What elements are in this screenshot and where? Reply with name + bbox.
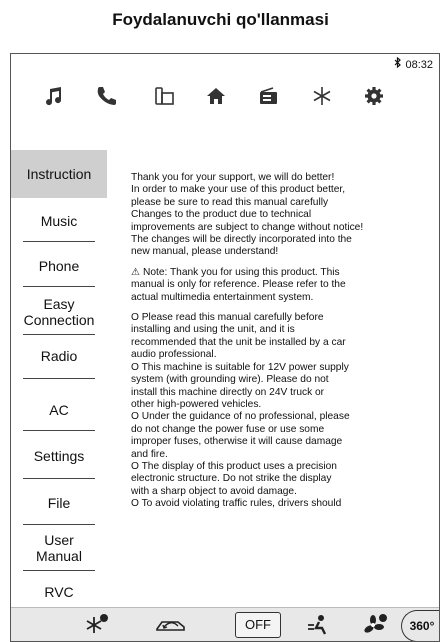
sidebar-divider — [23, 334, 95, 335]
text-line: O Under the guidance of no professional,… — [131, 411, 350, 423]
top-nav-bar — [11, 76, 439, 116]
phone-icon[interactable] — [91, 82, 121, 110]
sidebar-divider — [23, 286, 95, 287]
status-bar: 08:32 — [394, 56, 433, 71]
clock: 08:32 — [405, 59, 433, 71]
text-line: O This machine is suitable for 12V power… — [131, 361, 349, 373]
text-line: The changes will be directly incorporate… — [131, 234, 352, 246]
climate-bar: OFF 360° — [11, 607, 439, 641]
text-line: with a sharp object to avoid damage. — [131, 485, 297, 497]
fan-direction-icon[interactable] — [305, 612, 333, 638]
text-line: installing and using the unit, and it is — [131, 324, 295, 336]
sidebar-divider — [23, 430, 95, 431]
text-line: ⚠ Note: Thank you for using this product… — [131, 266, 340, 278]
ac-icon[interactable] — [307, 82, 337, 110]
sidebar-item-easy-connection[interactable]: Easy Connection — [11, 296, 107, 328]
sidebar-item-file[interactable]: File — [11, 495, 107, 511]
text-line: recommended that the unit be installed b… — [131, 336, 346, 348]
sidebar-item-ac[interactable]: AC — [11, 402, 107, 418]
document-title: Foydalanuvchi qo'llanmasi — [112, 10, 329, 29]
music-icon[interactable] — [39, 82, 69, 110]
sidebar-divider — [23, 378, 95, 379]
sidebar-divider — [23, 570, 95, 571]
manual-content[interactable]: Thank you for your support, we will do b… — [131, 172, 435, 582]
bluetooth-icon — [394, 56, 405, 71]
head-unit-screen: 08:32 Instruction Music Phone Easy Conne… — [10, 53, 440, 642]
text-line: In order to make your use of this produc… — [131, 184, 346, 196]
text-line: manual is only for reference. Please ref… — [131, 279, 346, 291]
bullet-item: O The display of this product uses a pre… — [131, 461, 435, 498]
intro-paragraph: Thank you for your support, we will do b… — [131, 172, 435, 259]
settings-icon[interactable] — [359, 82, 389, 110]
text-line: Changes to the product due to technical — [131, 209, 312, 221]
bullet-item: O Please read this manual carefully befo… — [131, 312, 435, 362]
sidebar-divider — [23, 241, 95, 242]
text-line: and fire. — [131, 448, 168, 460]
text-line: please be sure to read this manual caref… — [131, 196, 329, 208]
text-line: Thank you for your support, we will do b… — [131, 172, 335, 183]
bullet-item: O Under the guidance of no professional,… — [131, 411, 435, 461]
sidebar-item-radio[interactable]: Radio — [11, 348, 107, 364]
text-line: actual multimedia entertainment system. — [131, 291, 314, 303]
text-line: O The display of this product uses a pre… — [131, 460, 337, 472]
bullet-item: O To avoid violating traffic rules, driv… — [131, 498, 435, 510]
bullet-item: O This machine is suitable for 12V power… — [131, 362, 435, 412]
text-line: improvements are subject to change witho… — [131, 221, 364, 233]
rear-defrost-icon[interactable] — [83, 612, 111, 638]
fan-speed-icon[interactable] — [361, 612, 389, 638]
sidebar-item-music[interactable]: Music — [11, 213, 107, 229]
note-paragraph: ⚠ Note: Thank you for using this product… — [131, 267, 435, 304]
text-line: audio professional. — [131, 349, 217, 361]
text-line: other high-powered vehicles. — [131, 398, 262, 410]
sidebar-item-settings[interactable]: Settings — [11, 448, 107, 464]
sidebar-item-user-manual[interactable]: User Manual — [11, 532, 107, 564]
easy-connection-icon[interactable] — [149, 82, 179, 110]
sidebar-divider — [23, 478, 95, 479]
recirculation-icon[interactable] — [153, 612, 189, 638]
home-icon[interactable] — [201, 82, 231, 110]
text-line: O Please read this manual carefully befo… — [131, 312, 324, 324]
text-line: install this machine directly on 24V tru… — [131, 386, 325, 398]
text-line: system (with grounding wire). Please do … — [131, 374, 329, 386]
sidebar-item-rvc[interactable]: RVC — [11, 584, 107, 600]
sidebar-item-instruction[interactable]: Instruction — [11, 150, 107, 198]
sidebar-divider — [23, 524, 95, 525]
radio-icon[interactable] — [253, 82, 283, 110]
text-line: O To avoid violating traffic rules, driv… — [131, 498, 342, 510]
text-line: new manual, please understand! — [131, 246, 279, 258]
text-line: electronic structure. Do not strike the … — [131, 473, 332, 485]
text-line: improper fuses, otherwise it will cause … — [131, 436, 343, 448]
climate-off-button[interactable]: OFF — [235, 612, 281, 638]
bullet-list: O Please read this manual carefully befo… — [131, 312, 435, 511]
360-view-button[interactable]: 360° — [401, 610, 439, 641]
sidebar-item-phone[interactable]: Phone — [11, 258, 107, 274]
text-line: do not change the power fuse or use some — [131, 423, 325, 435]
